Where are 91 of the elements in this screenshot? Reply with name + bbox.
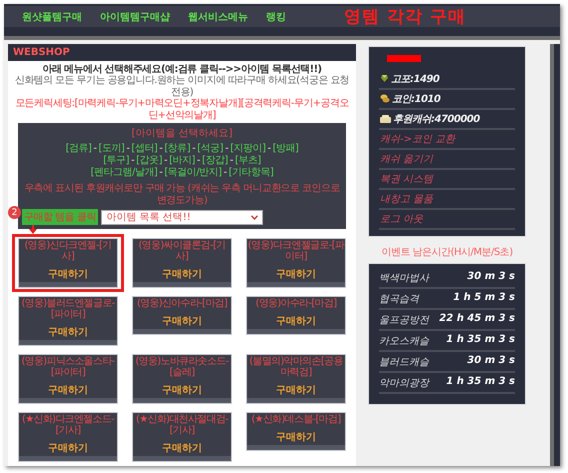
buy-link[interactable]: 구매하기 (162, 385, 202, 396)
separator: - (164, 155, 168, 167)
item-name: (영웅)신다크엔젤-[기사] (24, 240, 112, 262)
event-name: 협곡습격 (379, 292, 419, 306)
balance-text: 고포:1490 (391, 72, 440, 86)
event-name: 블러드캐슬 (379, 356, 429, 368)
category-link[interactable]: [목걸이/반지] (164, 167, 222, 179)
buy-link[interactable]: 구매하기 (276, 269, 316, 280)
panel-title: WEBSHOP (13, 46, 70, 58)
nav-link[interactable]: 아이템템구매샵 (100, 10, 170, 24)
category-link[interactable]: [기타항목] (228, 167, 274, 179)
separator: - (131, 155, 134, 167)
cash-icon (380, 114, 391, 122)
item-name: (영웅)피닉스소울스타-[파이터] (20, 356, 116, 378)
buy-link[interactable]: 구매하기 (276, 316, 316, 327)
buy-link[interactable]: 구매하기 (162, 443, 202, 454)
chevron-icon (250, 214, 258, 220)
buy-link[interactable]: 구매하기 (276, 432, 316, 443)
item-name: (★신화)대천사절대검-[기사] (135, 414, 230, 436)
separator: - (159, 143, 162, 155)
event-name: 울프공방전 (379, 314, 429, 326)
gem-icon (380, 74, 389, 83)
event-name: 악마의광장 (379, 376, 429, 390)
selector-title: [아이템을 선택하세요] (132, 127, 232, 140)
coins-icon (380, 94, 390, 103)
buy-link[interactable]: 구매하기 (162, 269, 202, 280)
account-link[interactable]: 캐쉬 옮기기 (380, 152, 434, 166)
category-link[interactable]: [투구] (103, 155, 130, 167)
event-time: 1 h 35 m 3 s (446, 376, 515, 388)
category-link[interactable]: [셉터] (131, 143, 158, 155)
item-name: (불멸의)악마의손[공용마력검] (248, 356, 344, 378)
account-link[interactable]: 캐쉬->코인 교환 (380, 132, 456, 146)
event-name: 카오스캐슬 (379, 334, 429, 348)
buy-link[interactable]: 구매하기 (48, 385, 88, 396)
category-link[interactable]: [장갑] (202, 155, 228, 167)
category-link[interactable]: [부츠] (234, 155, 261, 167)
separator: - (159, 167, 162, 179)
buy-link[interactable]: 구매하기 (48, 269, 88, 280)
account-link[interactable]: 내창고 물품 (380, 192, 434, 206)
account-link[interactable]: 복권 시스템 (380, 172, 434, 186)
separator: - (192, 143, 196, 155)
redaction-bar (387, 54, 421, 62)
separator: - (196, 155, 200, 167)
item-dropdown[interactable]: 아이템 목록 선택!! (101, 210, 263, 224)
separator: - (126, 143, 130, 155)
nav-link[interactable]: 랭킹 (266, 10, 286, 24)
buy-link[interactable]: 구매하기 (48, 443, 88, 454)
item-name: (★신화)다크엔젤소드-[기사] (21, 414, 116, 436)
instruction-note: 신화템의 모든 무기는 공용입니다.원하는 이미지에 따라구매 하세요(석궁은 요청전용) (14, 75, 350, 98)
event-timer-title: 이벤트 남은시간(H시/M분/S초) (380, 246, 514, 258)
event-time: 30 m 3 s (467, 270, 515, 284)
purchase-notice: 우측에 표시된 후원캐쉬로만 구매 가능 (캐쉬는 우측 머니교환으로 코인으로 변경도가능) (23, 183, 341, 206)
item-name: (영웅)다크엔젤글로-[파이터] (247, 240, 345, 262)
category-link[interactable]: [바지] (169, 155, 195, 167)
separator: - (225, 143, 228, 155)
category-link[interactable]: [펜타그램/날개] (90, 167, 158, 179)
instruction-heading: 아래 메뉴에서 선택해주세요(예:검류 클릭-->>아이템 목록선택!!) (41, 64, 323, 75)
buy-link[interactable]: 구매하기 (48, 327, 88, 338)
item-name: (영웅)블러드엔젤글로-[파이터] (20, 298, 116, 320)
category-link[interactable]: [석궁] (197, 143, 224, 155)
separator: - (93, 143, 96, 155)
step-badge: 2 (8, 206, 21, 219)
category-link[interactable]: [창류] (164, 143, 190, 155)
page-title: 영템 각각 구매 (344, 6, 466, 28)
separator: - (224, 167, 227, 179)
buy-link[interactable]: 구매하기 (162, 316, 202, 327)
item-name: (영웅)노바큐라솟소드-[슬레] (134, 356, 230, 378)
separator: - (268, 143, 271, 155)
item-name: (영웅)싸이클론검-[기사] (138, 240, 226, 262)
buy-link[interactable]: 구매하기 (276, 385, 316, 396)
callout-label: 구매할 템을 클릭 (22, 209, 98, 225)
event-time: 22 h 45 m 3 s (439, 312, 515, 326)
item-name: (★신화)데스블-[마검] (250, 414, 342, 425)
nav-link[interactable]: 원샷풀템구매 (22, 10, 82, 24)
category-link[interactable]: [갑옷] (136, 155, 162, 167)
event-time: 1 h 5 m 3 s (453, 292, 515, 304)
category-link[interactable]: [방패] (272, 143, 298, 155)
account-link[interactable]: 로그 아웃 (380, 212, 424, 226)
event-time: 30 m 3 s (467, 354, 515, 368)
category-link[interactable]: [도끼] (98, 143, 124, 155)
category-link[interactable]: [검류] (66, 143, 92, 155)
event-name: 백색마법사 (379, 272, 429, 284)
item-name: (영웅)신아수라-[마검] (136, 298, 228, 309)
balance-text: 코인:1010 (392, 92, 440, 106)
event-time: 1 h 35 m 3 s (446, 334, 515, 346)
balance-text: 후원캐쉬:4700000 (393, 112, 480, 126)
settings-warning: 모든케릭세팅:[마력케릭-무기+마력오딘+정복자날개][공격력케릭-무기+공격오딘+선악의날개] (14, 98, 350, 121)
separator: - (230, 155, 233, 167)
item-name: (영웅)아수라-[마검] (254, 298, 338, 309)
category-link[interactable]: [지팡이] (230, 143, 266, 155)
nav-link[interactable]: 웹서비스메뉴 (188, 10, 248, 24)
